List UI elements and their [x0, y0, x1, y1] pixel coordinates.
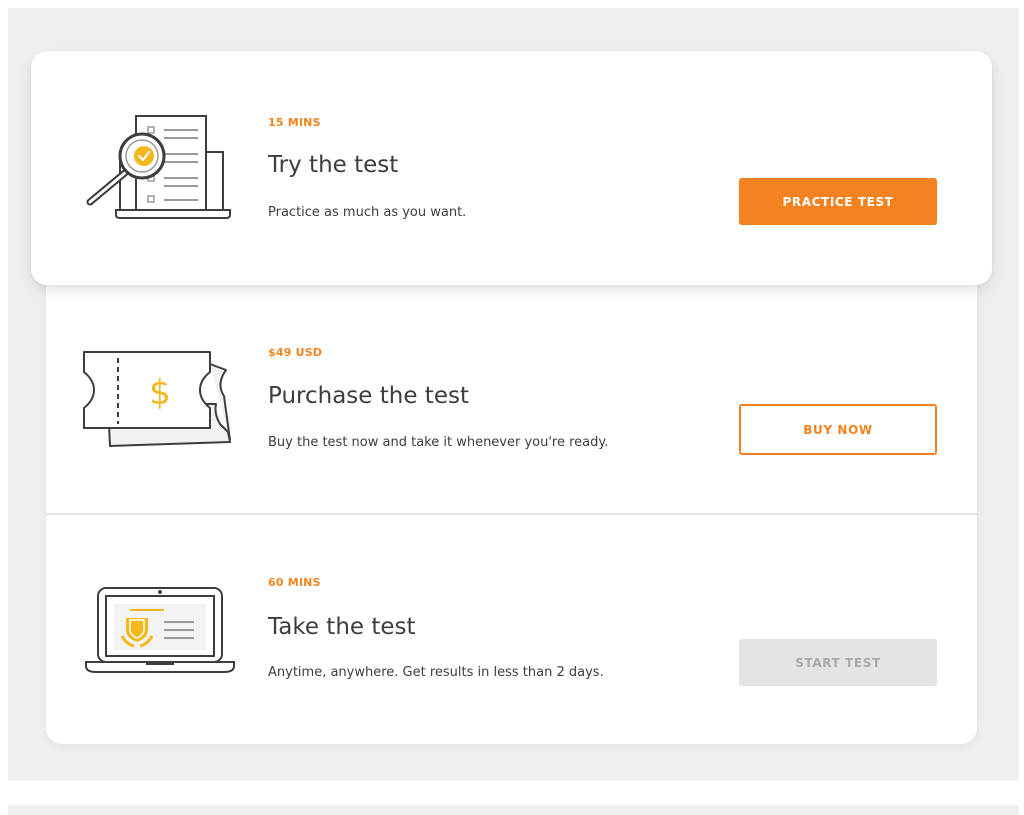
ticket-dollar-icon: $ [83, 351, 231, 447]
step-kicker-duration: 60 MINS [268, 576, 321, 589]
step-kicker-price: $49 USD [268, 346, 323, 359]
svg-text:$: $ [149, 373, 171, 413]
start-test-button[interactable]: START TEST [739, 639, 937, 686]
page-background-footer [8, 805, 1019, 815]
step-description: Anytime, anywhere. Get results in less t… [268, 665, 604, 680]
document-magnifier-icon [86, 115, 231, 219]
step-kicker-duration: 15 MINS [268, 116, 321, 129]
step-divider [46, 513, 977, 515]
practice-test-button[interactable]: PRACTICE TEST [739, 178, 937, 225]
laptop-certificate-icon [85, 587, 235, 673]
step-title: Take the test [268, 614, 416, 640]
buy-now-button[interactable]: BUY NOW [739, 404, 937, 455]
step-title: Purchase the test [268, 383, 469, 409]
step-description: Buy the test now and take it whenever yo… [268, 435, 609, 450]
step-title: Try the test [268, 152, 399, 178]
step-description: Practice as much as you want. [268, 205, 467, 220]
